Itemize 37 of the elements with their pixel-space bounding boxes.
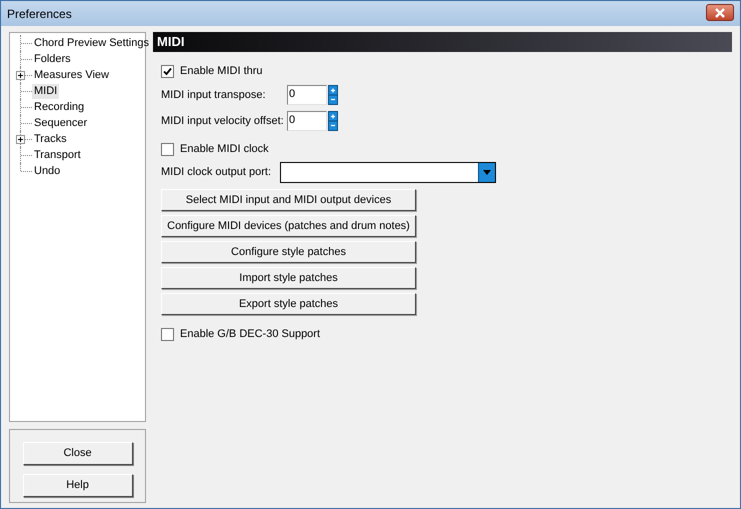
tree-item[interactable]: Undo (32, 164, 62, 178)
spin-buttons[interactable] (328, 111, 338, 131)
checkbox[interactable] (161, 328, 174, 340)
checkbox-label: Enable MIDI clock (180, 142, 269, 157)
checkbox-label: Enable G/B DEC-30 Support (180, 326, 320, 342)
tree-item[interactable]: Transport (32, 148, 83, 162)
checkbox[interactable] (161, 142, 174, 156)
dropdown-field[interactable] (280, 162, 496, 182)
tree-item[interactable]: Recording (32, 100, 86, 114)
number-field[interactable]: 0 (287, 85, 327, 105)
tree-item[interactable]: Folders (32, 52, 73, 66)
panel-title: MIDI (157, 33, 184, 52)
field-label: MIDI input velocity offset: (161, 114, 285, 129)
tree-item[interactable]: Sequencer (32, 116, 90, 130)
action-button[interactable]: Export style patches (161, 293, 416, 315)
checkbox-label: Enable MIDI thru (180, 64, 263, 79)
checkbox[interactable] (161, 64, 174, 78)
close-icon (714, 8, 726, 18)
action-button[interactable]: Configure style patches (161, 241, 416, 263)
action-button[interactable]: Configure MIDI devices (patches and drum notes) (161, 215, 416, 237)
tree-item[interactable]: Tracks (32, 132, 69, 146)
field-label: MIDI input transpose: (161, 88, 267, 103)
caret-icon (478, 162, 495, 182)
expand-toggle[interactable] (16, 71, 25, 80)
close-button[interactable] (706, 4, 734, 21)
expand-toggle[interactable] (16, 135, 25, 144)
tree-item[interactable]: Measures View (32, 68, 111, 82)
spin-buttons[interactable] (328, 85, 338, 105)
tree-item[interactable]: MIDI (32, 84, 60, 98)
action-button[interactable]: Select MIDI input and MIDI output devices (161, 189, 416, 211)
window-title: Preferences (7, 6, 72, 22)
action-button[interactable]: Import style patches (161, 267, 416, 289)
dialog-button[interactable]: Help (22, 474, 132, 497)
dialog-button[interactable]: Close (22, 442, 132, 465)
tree-item[interactable]: Chord Preview Settings (32, 36, 151, 50)
field-label: MIDI clock output port: (161, 164, 272, 180)
number-field[interactable]: 0 (287, 111, 327, 131)
